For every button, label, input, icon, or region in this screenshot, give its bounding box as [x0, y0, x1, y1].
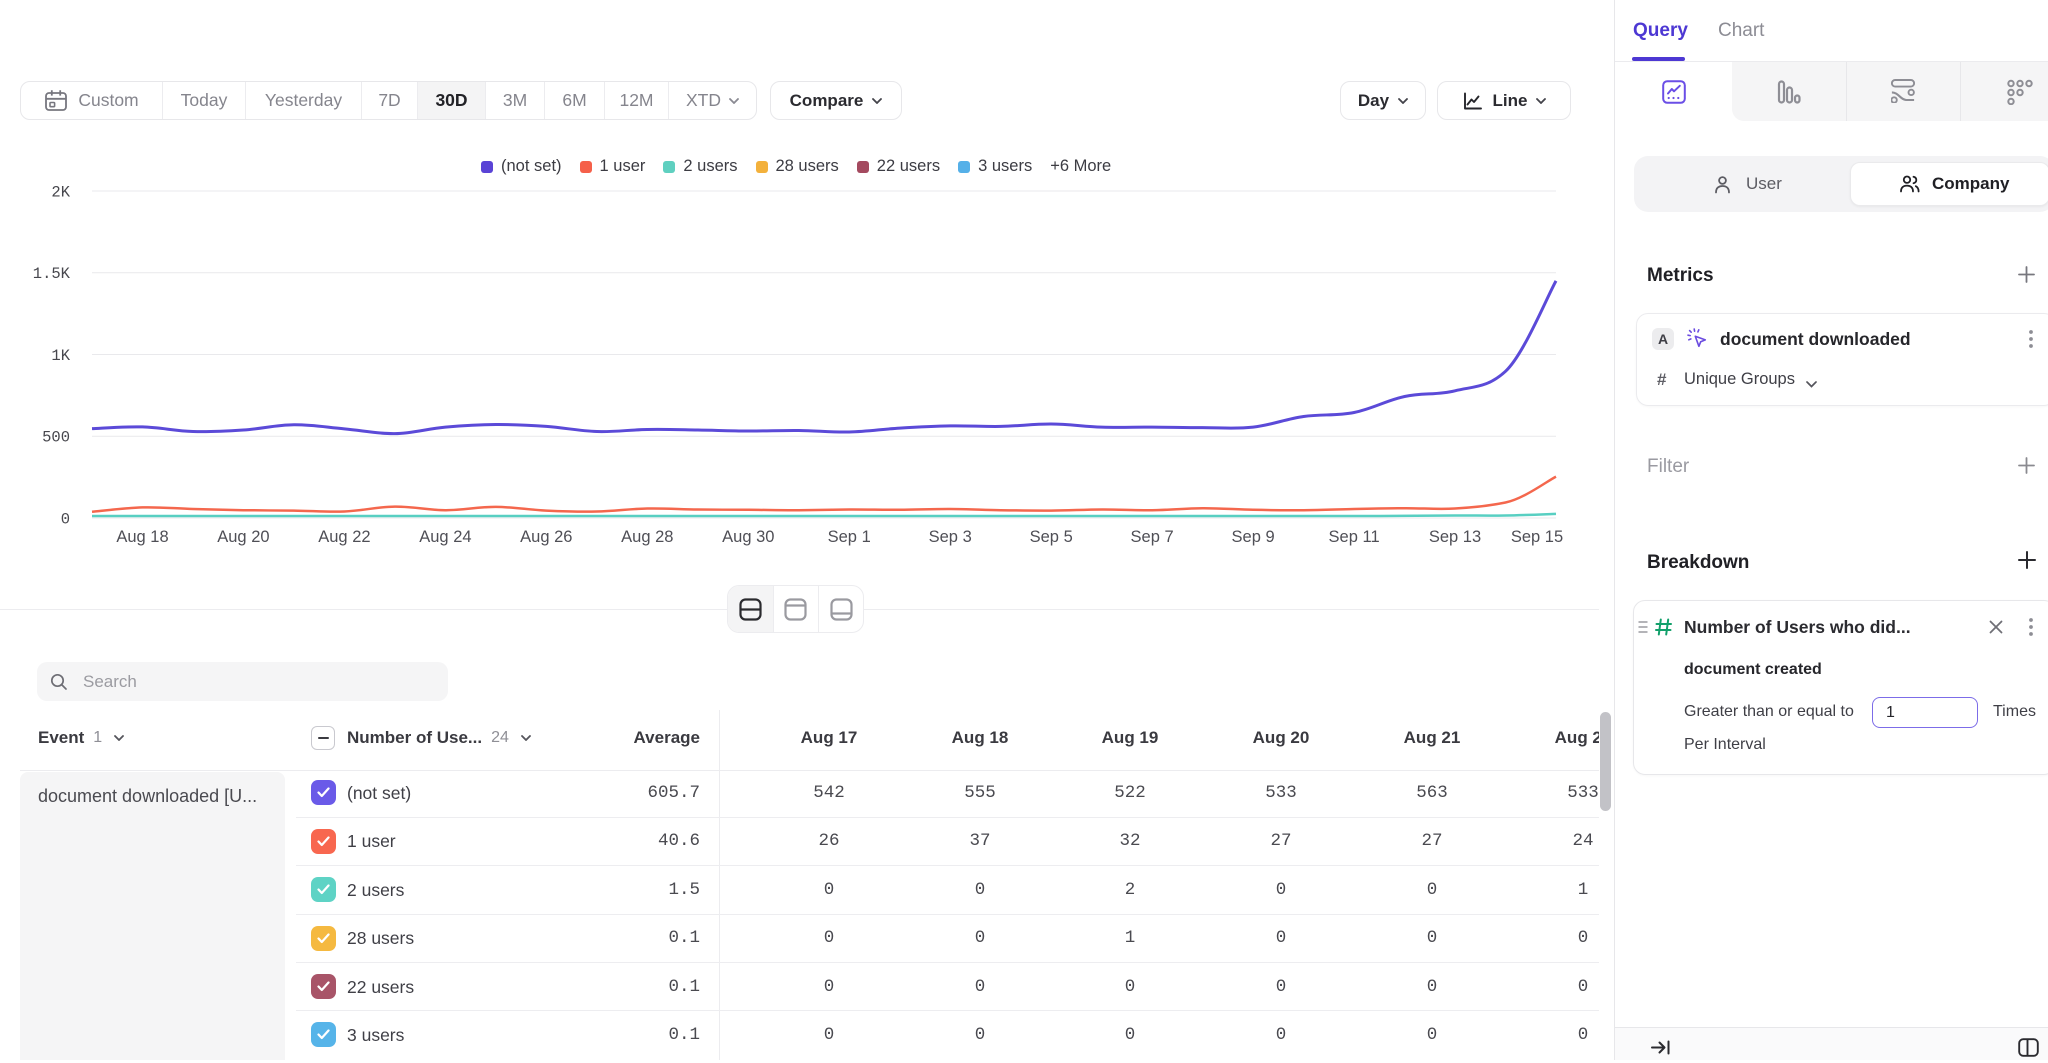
svg-text:1K: 1K: [51, 347, 70, 365]
svg-text:Sep 5: Sep 5: [1030, 528, 1073, 546]
svg-text:0: 0: [61, 511, 70, 529]
svg-text:Sep 11: Sep 11: [1329, 528, 1380, 546]
svg-text:500: 500: [42, 429, 70, 447]
svg-text:Aug 20: Aug 20: [217, 528, 269, 546]
svg-text:Sep 15: Sep 15: [1511, 528, 1563, 546]
svg-text:Sep 7: Sep 7: [1131, 528, 1174, 546]
svg-text:Sep 3: Sep 3: [929, 528, 972, 546]
svg-text:Aug 30: Aug 30: [722, 528, 774, 546]
svg-text:Aug 18: Aug 18: [116, 528, 168, 546]
svg-text:Sep 13: Sep 13: [1429, 528, 1481, 546]
svg-text:Aug 26: Aug 26: [520, 528, 572, 546]
svg-text:Sep 1: Sep 1: [828, 528, 871, 546]
svg-text:1.5K: 1.5K: [33, 265, 71, 283]
svg-text:Sep 9: Sep 9: [1232, 528, 1275, 546]
svg-text:Aug 24: Aug 24: [419, 528, 471, 546]
svg-text:2K: 2K: [51, 184, 70, 202]
svg-text:Aug 22: Aug 22: [318, 528, 370, 546]
svg-text:Aug 28: Aug 28: [621, 528, 673, 546]
